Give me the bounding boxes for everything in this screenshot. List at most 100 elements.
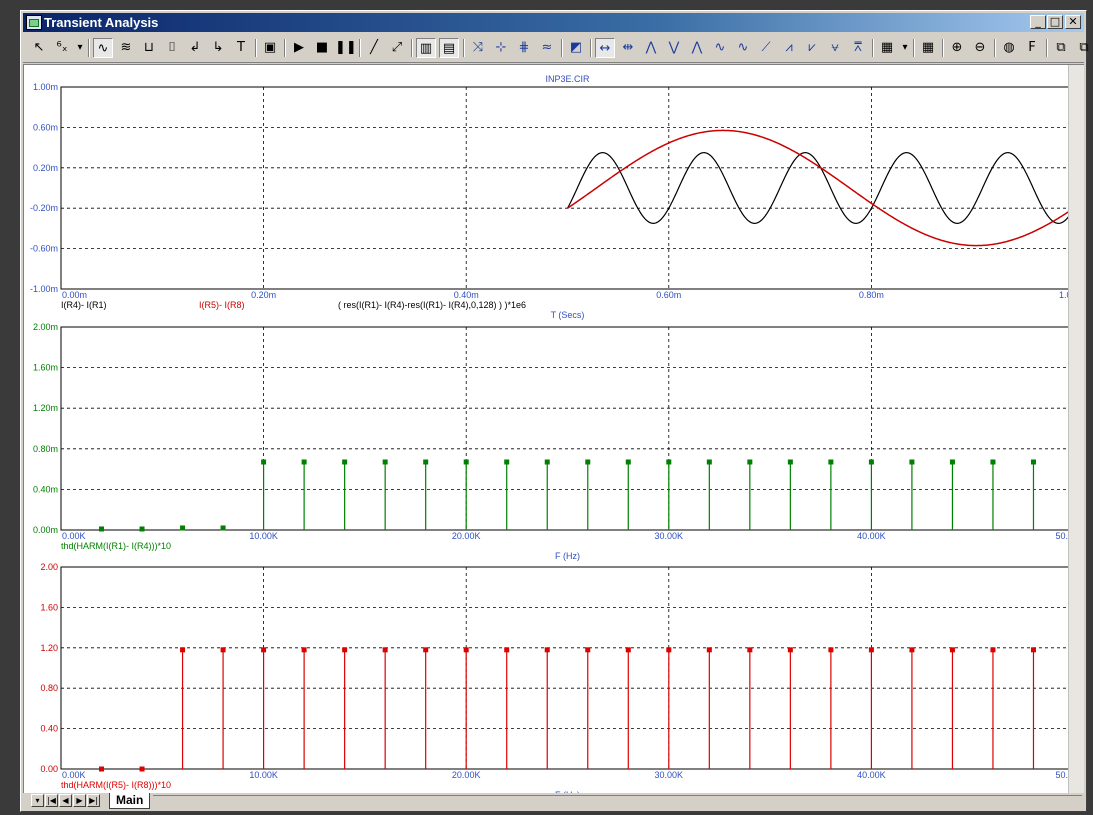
stop-icon[interactable]: ■ (312, 38, 332, 58)
toolbar-separator (88, 39, 90, 57)
bar-marker (787, 459, 793, 465)
paste-icon[interactable]: ⧉ (1074, 38, 1093, 58)
title-bar[interactable]: Transient Analysis _ □ ✕ (23, 13, 1084, 32)
x-axis-label: F (Hz) (555, 551, 580, 561)
global-high-icon[interactable]: ⩘ (779, 38, 799, 58)
font-icon[interactable]: F (1022, 38, 1042, 58)
x-axis-label: T (Secs) (551, 310, 585, 320)
waveform-mode-icon[interactable]: ≋ (116, 38, 136, 58)
cursor-four-icon[interactable]: ≈ (537, 38, 557, 58)
y-tick-label: 0.40m (33, 484, 58, 494)
toolbar-separator (359, 39, 361, 57)
slope-icon[interactable]: ⟋ (756, 38, 776, 58)
close-button[interactable]: ✕ (1065, 15, 1081, 29)
tokens-icon[interactable]: ⌷ (162, 38, 182, 58)
toolbar-separator (590, 39, 592, 57)
dropdown-arrow-icon[interactable]: ▾ (75, 38, 85, 58)
toolbar-separator (255, 39, 257, 57)
bottom-icon[interactable]: ⩞ (848, 38, 868, 58)
tab-menu-button[interactable]: ▾ (31, 794, 44, 807)
bar-marker (666, 459, 672, 465)
plots-canvas[interactable]: 1.00m 0.60m 0.20m -0.20m -0.60m -1.00m 0.00m 0.… (24, 65, 1071, 793)
bar-marker (180, 647, 186, 653)
y-tick-label: 0.80m (33, 444, 58, 454)
y-tick-label: 1.00m (33, 82, 58, 92)
zoom-out-icon[interactable]: ⊖ (970, 38, 990, 58)
select-arrow-icon[interactable]: ↖ (29, 38, 49, 58)
scale-mode-icon[interactable]: ∿ (93, 38, 113, 58)
maximize-button[interactable]: □ (1047, 15, 1063, 29)
toolbar-separator (411, 39, 413, 57)
plot-area[interactable]: 1.00m 0.60m 0.20m -0.20m -0.60m -1.00m 0.00m 0.… (23, 64, 1084, 794)
text-tool-icon[interactable]: T (231, 38, 251, 58)
toolbar-separator (284, 39, 286, 57)
bar-marker (828, 459, 834, 465)
copy-icon[interactable]: ⧉ (1051, 38, 1071, 58)
grid-major-icon[interactable]: ▤ (439, 38, 459, 58)
toolbar-separator (872, 39, 874, 57)
zoom-in-icon[interactable]: ⊕ (947, 38, 967, 58)
plot-frame-3[interactable] (60, 566, 1071, 770)
horizontal-tag-icon[interactable]: ↲ (185, 38, 205, 58)
peak-icon[interactable]: ⋀ (641, 38, 661, 58)
toolbar-separator (561, 39, 563, 57)
bar-marker (301, 647, 307, 653)
prev-tab-button[interactable]: ◀ (59, 794, 72, 807)
vertical-scrollbar[interactable] (1068, 65, 1084, 794)
bar-marker (666, 647, 672, 653)
component-select-icon[interactable]: ⁶ₓ (52, 38, 72, 58)
vertical-tag-icon[interactable]: ↳ (208, 38, 228, 58)
line-tool-icon[interactable]: ╱ (364, 38, 384, 58)
legend-label-3: ( res(I(R1)- I(R4)-res(I(R1)- I(R4),0,12… (338, 300, 526, 310)
last-tab-button[interactable]: ▶| (87, 794, 100, 807)
next-data-point-icon[interactable]: ↔ (595, 38, 615, 58)
x-tick-label: 0.00m (62, 290, 87, 300)
high-icon[interactable]: ⋀ (687, 38, 707, 58)
bar-marker (787, 647, 793, 653)
pause-icon[interactable]: ❚❚ (335, 38, 357, 58)
prev-data-point-icon[interactable]: ⇹ (618, 38, 638, 58)
inflection-icon[interactable]: ∿ (733, 38, 753, 58)
grid-minor-icon[interactable]: ▥ (416, 38, 436, 58)
scope-icon[interactable]: ◩ (566, 38, 586, 58)
run-icon[interactable]: ▶ (289, 38, 309, 58)
bar-marker (504, 647, 510, 653)
tag-mode-icon[interactable]: ▦ (877, 38, 897, 58)
minimize-button[interactable]: _ (1030, 15, 1046, 29)
tab-main[interactable]: Main (109, 793, 151, 809)
y-tick-label: 2.00 (40, 562, 58, 572)
bar-marker (868, 647, 874, 653)
low-icon[interactable]: ∿ (710, 38, 730, 58)
x-tick-label: 20.00K (452, 531, 481, 541)
dropdown-arrow-2-icon[interactable]: ▾ (900, 38, 910, 58)
valley-icon[interactable]: ⋁ (664, 38, 684, 58)
x-tick-label: 0.80m (859, 290, 884, 300)
y-tick-label: 1.20m (33, 403, 58, 413)
global-low-icon[interactable]: ⩗ (802, 38, 822, 58)
first-tab-button[interactable]: |◀ (45, 794, 58, 807)
properties-icon[interactable]: ▣ (260, 38, 280, 58)
bar-marker (990, 459, 996, 465)
x-tick-label: 30.00K (655, 770, 684, 780)
bar-marker (220, 525, 226, 531)
y-tick-label: 1.60 (40, 602, 58, 612)
horizontal-scrollbar[interactable] (153, 795, 1082, 808)
plot-frame-1[interactable] (60, 86, 1071, 290)
globe-icon[interactable]: ◍ (999, 38, 1019, 58)
plot-frame-2[interactable] (60, 326, 1071, 531)
data-points-icon[interactable]: ⊔ (139, 38, 159, 58)
bar-marker (423, 647, 429, 653)
cursor-two-icon[interactable]: ⊹ (491, 38, 511, 58)
bar-marker (99, 766, 105, 772)
toolbar-separator (463, 39, 465, 57)
cursor-one-icon[interactable]: ⤨ (468, 38, 488, 58)
cursor-three-icon[interactable]: ⋕ (514, 38, 534, 58)
bar-marker (706, 647, 712, 653)
bar-marker (180, 525, 186, 531)
next-tab-button[interactable]: ▶ (73, 794, 86, 807)
data-table-icon[interactable]: ▦ (918, 38, 938, 58)
top-icon[interactable]: ⩝ (825, 38, 845, 58)
legend-label: thd(HARM(I(R1)- I(R4)))*10 (61, 541, 171, 551)
diagonal-tool-icon[interactable]: ⤢ (387, 38, 407, 58)
bar-marker (625, 459, 631, 465)
